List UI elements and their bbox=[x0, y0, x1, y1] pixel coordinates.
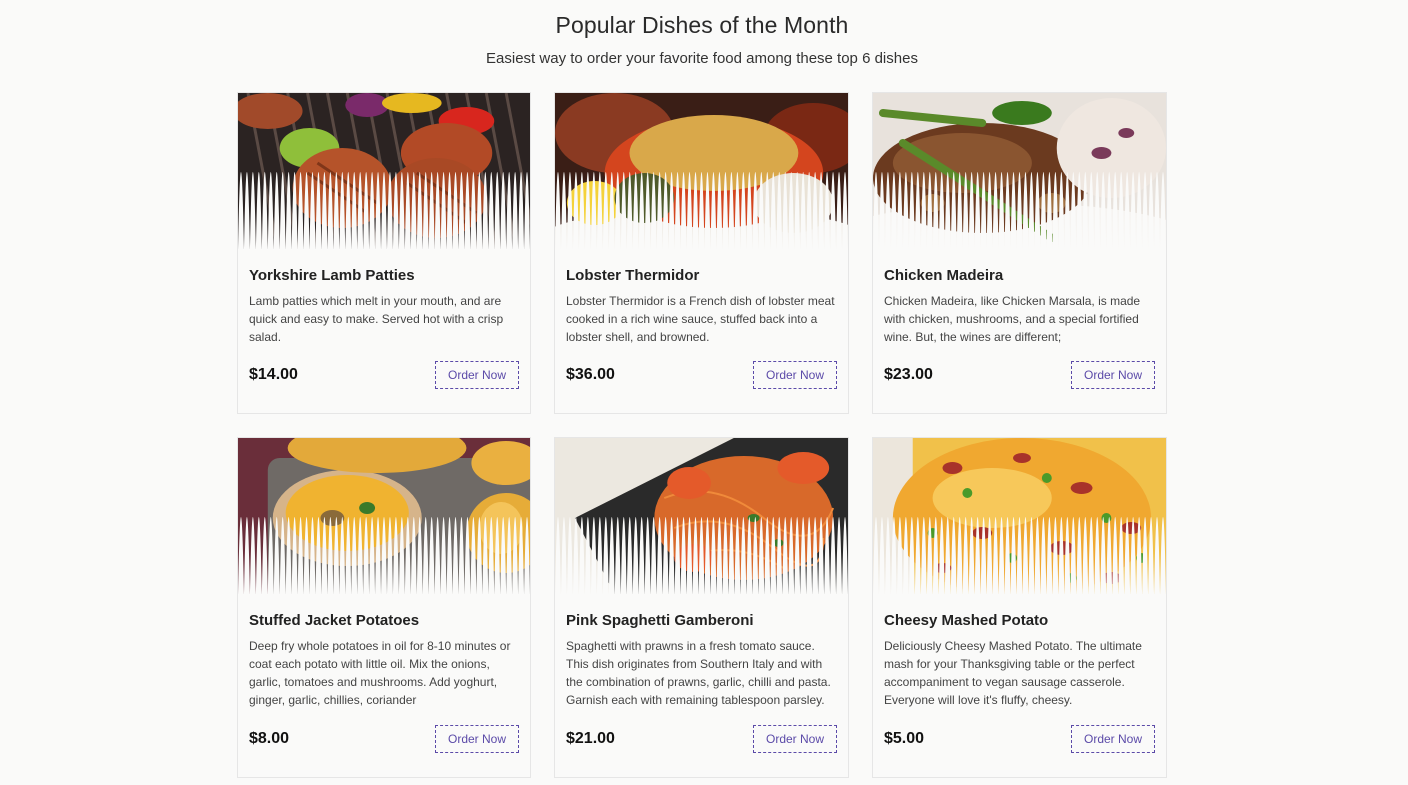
order-now-button[interactable]: Order Now bbox=[752, 725, 837, 753]
dish-card: Stuffed Jacket Potatoes Deep fry whole p… bbox=[237, 437, 531, 778]
dish-card: Pink Spaghetti Gamberoni Spaghetti with … bbox=[554, 437, 849, 778]
dish-card: Lobster Thermidor Lobster Thermidor is a… bbox=[554, 92, 849, 414]
dish-title: Lobster Thermidor bbox=[566, 267, 700, 284]
dish-price: $21.00 bbox=[566, 730, 615, 747]
dish-title: Pink Spaghetti Gamberoni bbox=[566, 612, 754, 629]
order-now-button[interactable]: Order Now bbox=[434, 725, 519, 753]
dish-description: Chicken Madeira, like Chicken Marsala, i… bbox=[884, 294, 1141, 344]
dish-title: Stuffed Jacket Potatoes bbox=[249, 612, 420, 629]
dish-description: Lobster Thermidor is a French dish of lo… bbox=[566, 294, 835, 344]
dish-price: $14.00 bbox=[249, 366, 298, 383]
page: Popular Dishes of the Month Easiest way … bbox=[0, 0, 1408, 785]
dish-price: $23.00 bbox=[884, 366, 933, 383]
dish-image-spaghetti-prawns bbox=[555, 438, 848, 594]
dish-description: Spaghetti with prawns in a fresh tomato … bbox=[566, 639, 831, 707]
dish-description: Deep fry whole potatoes in oil for 8-10 … bbox=[249, 639, 511, 707]
dish-image-jacket-potatoes bbox=[238, 438, 530, 594]
dish-title: Yorkshire Lamb Patties bbox=[249, 267, 415, 284]
dish-description: Lamb patties which melt in your mouth, a… bbox=[249, 294, 504, 344]
dish-price: $8.00 bbox=[249, 730, 290, 747]
order-now-button[interactable]: Order Now bbox=[1070, 725, 1155, 753]
dish-image-lobster bbox=[555, 93, 848, 249]
order-now-button[interactable]: Order Now bbox=[1070, 361, 1155, 389]
dish-card: Cheesy Mashed Potato Deliciously Cheesy … bbox=[872, 437, 1167, 778]
dish-price: $5.00 bbox=[884, 730, 925, 747]
dish-description: Deliciously Cheesy Mashed Potato. The ul… bbox=[884, 639, 1142, 707]
dish-image-cheesy-mash bbox=[873, 438, 1166, 594]
order-now-button[interactable]: Order Now bbox=[434, 361, 519, 389]
order-now-button[interactable]: Order Now bbox=[752, 361, 837, 389]
page-subtitle: Easiest way to order your favorite food … bbox=[486, 50, 918, 67]
dish-title: Cheesy Mashed Potato bbox=[884, 612, 1049, 629]
dish-price: $36.00 bbox=[566, 366, 615, 383]
dish-image-grilled-patties bbox=[238, 93, 530, 249]
dishes-grid: Yorkshire Lamb Patties Lamb patties whic… bbox=[237, 92, 1167, 778]
dish-image-chicken-madeira bbox=[873, 93, 1166, 249]
dish-card: Chicken Madeira Chicken Madeira, like Ch… bbox=[872, 92, 1167, 414]
page-title: Popular Dishes of the Month bbox=[555, 12, 849, 38]
dish-card: Yorkshire Lamb Patties Lamb patties whic… bbox=[237, 92, 531, 414]
dish-title: Chicken Madeira bbox=[884, 267, 1004, 284]
